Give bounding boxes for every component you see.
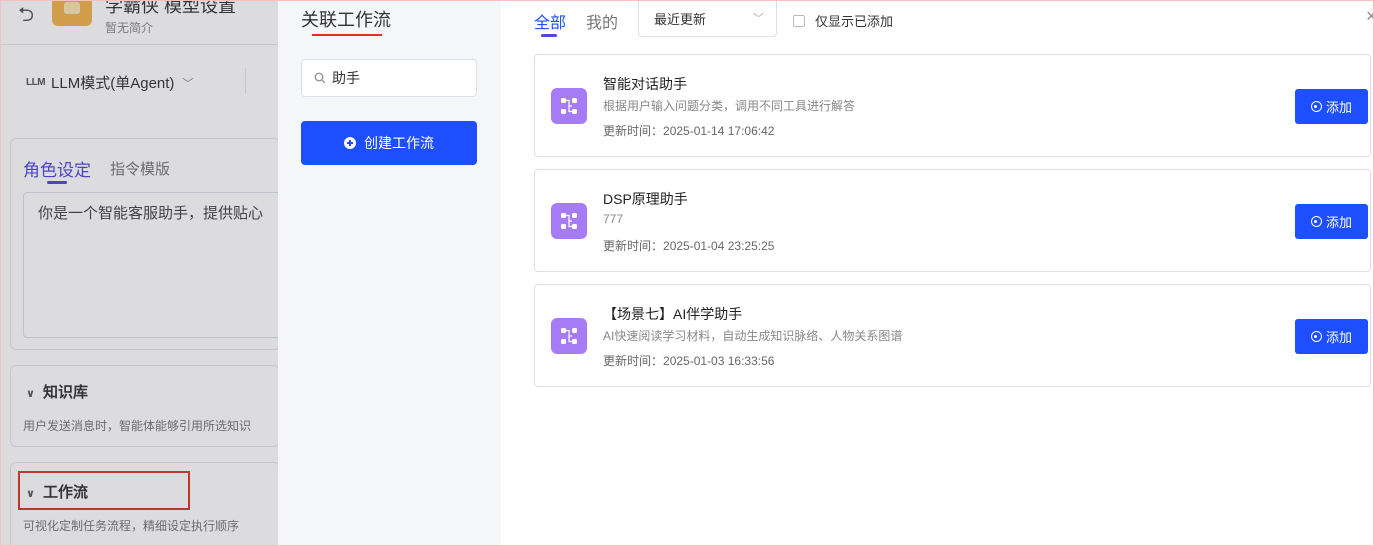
add-label: 添加 <box>1325 100 1352 115</box>
workflow-name: DSP原理助手 <box>603 191 688 207</box>
workflow-updated-time: 更新时间：2025-01-04 23:25:25 <box>603 239 775 253</box>
plus-circle-icon <box>344 137 356 149</box>
tab-active-indicator <box>541 34 557 37</box>
sort-select[interactable]: 最近更新 ﹀ <box>638 0 777 37</box>
title-underline <box>312 34 382 36</box>
llm-icon: LLM <box>26 77 46 88</box>
workflow-updated-time: 更新时间：2025-01-14 17:06:42 <box>603 124 775 138</box>
tab-role-setting[interactable]: 角色设定 <box>23 156 91 181</box>
workflow-icon <box>551 203 587 239</box>
back-icon[interactable]: ⮌ <box>18 0 34 34</box>
workflow-icon <box>551 88 587 124</box>
workflow-name: 智能对话助手 <box>603 76 687 92</box>
modal-sidebar: 关联工作流 助手 创建工作流 <box>278 0 501 546</box>
chevron-down-icon: ﹀ <box>753 13 764 25</box>
workflow-card: 智能对话助手 根据用户输入问题分类，调用不同工具进行解答 更新时间：2025-0… <box>534 54 1371 157</box>
add-button[interactable]: 添加 <box>1295 204 1368 239</box>
create-workflow-button[interactable]: 创建工作流 <box>301 121 477 165</box>
workflow-header[interactable]: ∨ 工作流 <box>26 481 88 502</box>
workflow-desc: 可视化定制任务流程，精细设定执行顺序 <box>23 519 240 533</box>
close-icon[interactable]: × <box>1366 6 1374 27</box>
tab-active-indicator <box>47 181 67 184</box>
header-divider <box>0 44 280 45</box>
search-input[interactable]: 助手 <box>301 59 477 97</box>
add-button[interactable]: 添加 <box>1295 319 1368 354</box>
add-circle-icon <box>1310 216 1322 227</box>
search-value: 助手 <box>332 70 360 86</box>
only-added-toggle[interactable]: 仅显示已添加 <box>793 11 893 30</box>
add-circle-icon <box>1310 101 1322 112</box>
workflow-desc: AI快速阅读学习材料，自动生成知识脉络、人物关系图谱 <box>603 329 903 343</box>
add-circle-icon <box>1310 331 1322 342</box>
add-label: 添加 <box>1325 215 1352 230</box>
toolbar-divider <box>245 68 246 94</box>
add-label: 添加 <box>1325 330 1352 345</box>
mode-selector[interactable]: LLM LLM模式(单Agent) ﹀ <box>26 72 193 93</box>
workflow-updated-time: 更新时间：2025-01-03 16:33:56 <box>603 354 775 368</box>
chevron-down-icon: ﹀ <box>182 77 194 90</box>
tab-all[interactable]: 全部 <box>534 9 566 33</box>
workflow-name: 【场景七】AI伴学助手 <box>603 306 743 322</box>
knowledge-header[interactable]: ∨ 知识库 <box>26 381 88 402</box>
knowledge-desc: 用户发送消息时，智能体能够引用所选知识 <box>23 419 252 433</box>
knowledge-title: 知识库 <box>42 384 88 401</box>
workflow-title: 工作流 <box>42 484 88 501</box>
only-added-checkbox[interactable] <box>793 14 805 27</box>
mode-label: LLM模式(单Agent) <box>51 75 175 92</box>
agent-avatar <box>52 0 92 26</box>
chevron-down-icon: ∨ <box>26 488 35 500</box>
workflow-desc: 777 <box>603 212 624 226</box>
agent-title: 学霸侠 模型设置 <box>105 0 237 16</box>
only-added-label: 仅显示已添加 <box>815 14 894 29</box>
workflow-card: DSP原理助手 777 更新时间：2025-01-04 23:25:25 添加 <box>534 169 1371 272</box>
create-workflow-label: 创建工作流 <box>364 135 434 151</box>
search-icon <box>314 72 326 84</box>
add-button[interactable]: 添加 <box>1295 89 1368 124</box>
workflow-desc: 根据用户输入问题分类，调用不同工具进行解答 <box>603 99 856 113</box>
workflow-card: 【场景七】AI伴学助手 AI快速阅读学习材料，自动生成知识脉络、人物关系图谱 更… <box>534 284 1371 387</box>
knowledge-section <box>10 365 280 447</box>
chevron-down-icon: ∨ <box>26 388 35 400</box>
associate-workflow-modal: 关联工作流 助手 创建工作流 全部 我的 最近更新 ﹀ 仅显示已添加 × 智能对… <box>278 0 1374 546</box>
agent-subtitle: 暂无简介 <box>105 21 154 35</box>
tab-instruction-template[interactable]: 指令模版 <box>110 158 170 179</box>
tab-mine[interactable]: 我的 <box>586 9 618 33</box>
workflow-icon <box>551 318 587 354</box>
prompt-text: 你是一个智能客服助手，提供贴心 <box>38 205 264 222</box>
sort-selected-value: 最近更新 <box>654 11 707 27</box>
modal-title: 关联工作流 <box>301 10 391 30</box>
